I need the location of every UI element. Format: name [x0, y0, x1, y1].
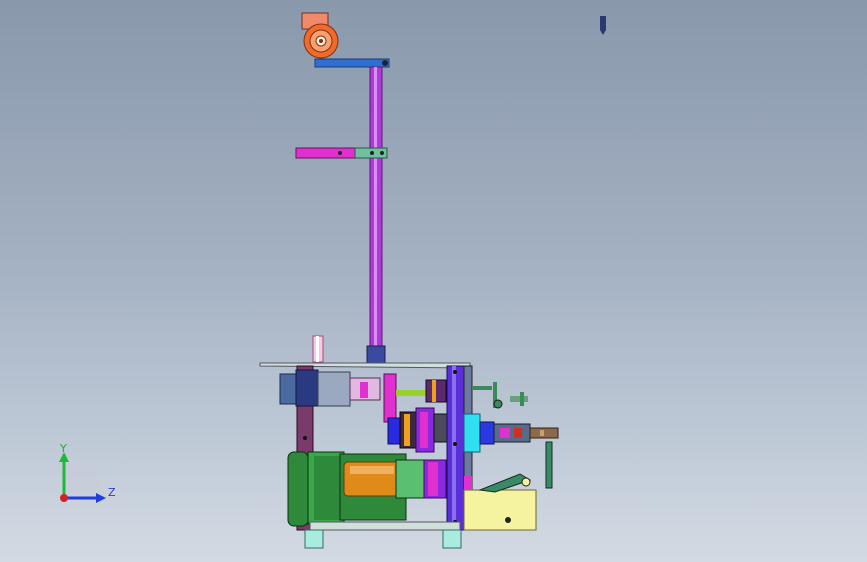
upper-motor-body[interactable] [295, 369, 319, 407]
top-plate[interactable] [259, 362, 471, 369]
bottom-rail [309, 521, 461, 531]
foot-left[interactable] [304, 529, 324, 549]
frame-right-upright[interactable] [446, 365, 465, 531]
x-axis-point [60, 494, 68, 502]
top-plate-cylinder[interactable] [312, 335, 324, 363]
y-axis-label: Y [59, 442, 67, 455]
right-linkage[interactable] [472, 382, 528, 409]
mast-base-block[interactable] [366, 345, 386, 364]
orientation-triad[interactable]: Y Z [44, 440, 124, 520]
mid-arm[interactable] [295, 147, 388, 159]
pen-marker-icon [600, 16, 606, 35]
foot-right[interactable] [442, 529, 462, 549]
z-axis-label: Z [108, 486, 116, 499]
triad-quadrant [64, 458, 104, 498]
cad-graphics-viewport[interactable]: Y Z [0, 0, 867, 562]
middle-gear-cluster[interactable] [387, 407, 449, 453]
top-pulley-assembly[interactable] [301, 12, 339, 59]
main-motor[interactable] [287, 451, 447, 527]
base-plate[interactable] [463, 473, 537, 531]
vertical-mast[interactable] [369, 66, 383, 350]
assembly-model[interactable] [0, 0, 867, 562]
upper-motor-cap[interactable] [279, 373, 299, 405]
top-arm[interactable] [314, 58, 390, 68]
cyan-drum[interactable] [463, 413, 495, 453]
